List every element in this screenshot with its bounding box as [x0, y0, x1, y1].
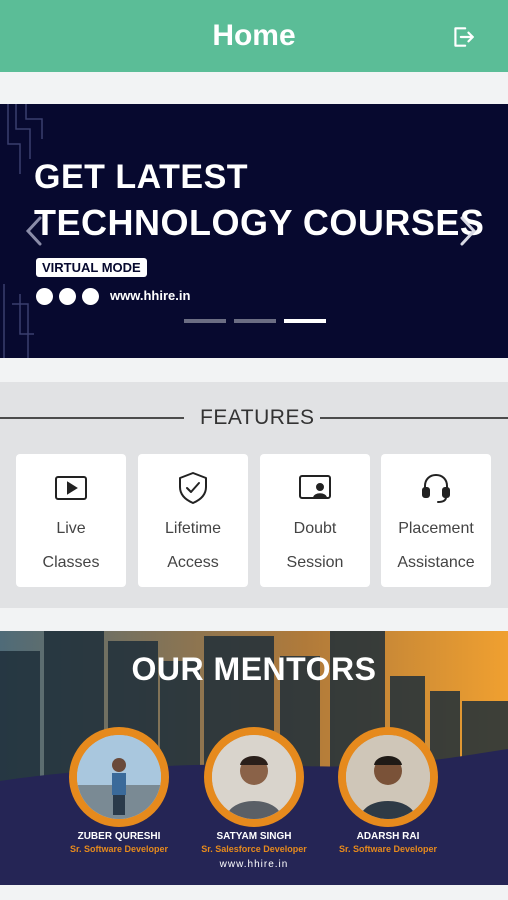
feature-label-line2: Access: [167, 554, 219, 571]
feature-label-line2: Classes: [42, 554, 100, 571]
mentor-role: Sr. Software Developer: [69, 844, 169, 854]
play-icon: [55, 476, 87, 500]
mentor-role: Sr. Salesforce Developer: [201, 844, 307, 854]
mentors-website: www.hhire.in: [219, 859, 289, 870]
avatar: [346, 735, 430, 819]
divider: [0, 417, 184, 419]
chevron-right-icon[interactable]: [456, 214, 480, 248]
banner-headline-line1: GET LATEST: [34, 158, 249, 196]
features-heading: FEATURES: [200, 406, 315, 429]
carousel-indicators: [184, 319, 326, 323]
shield-check-icon: [179, 472, 207, 504]
mentor-name: ADARSH RAI: [356, 831, 420, 842]
banner-headline-line2: TECHNOLOGY COURSES: [34, 202, 485, 243]
phone-icon: [36, 288, 53, 305]
mail-icon: [82, 288, 99, 305]
person-photo: [212, 735, 296, 819]
promo-banner-carousel[interactable]: GET LATEST TECHNOLOGY COURSES VIRTUAL MO…: [0, 104, 508, 358]
feature-card-live-classes[interactable]: Live Classes: [16, 454, 126, 587]
feature-label-line1: Lifetime: [164, 520, 222, 537]
chevron-left-icon[interactable]: [22, 214, 46, 248]
features-section: FEATURES Live Classes Lifetime Access Do…: [0, 382, 508, 608]
avatar: [77, 735, 161, 819]
avatar: [212, 735, 296, 819]
page-title: Home: [212, 19, 296, 52]
features-heading-row: FEATURES: [0, 406, 508, 429]
person-photo: [346, 735, 430, 819]
mentor-card: SATYAM SINGH Sr. Salesforce Developer: [179, 727, 329, 867]
mentor-card: ZUBER QURESHI Sr. Software Developer: [44, 727, 194, 867]
feature-card-doubt-session[interactable]: Doubt Session: [260, 454, 370, 587]
feature-card-lifetime-access[interactable]: Lifetime Access: [138, 454, 248, 587]
mentor-name: SATYAM SINGH: [216, 831, 292, 842]
feature-label-line2: Session: [286, 554, 344, 571]
logout-icon[interactable]: [450, 24, 476, 50]
headset-icon: [422, 473, 450, 503]
globe-icon: [59, 288, 76, 305]
mentor-role: Sr. Software Developer: [338, 844, 438, 854]
top-app-bar: Home: [0, 0, 508, 72]
feature-label-line1: Live: [56, 520, 86, 537]
contact-icons: [36, 288, 99, 305]
feature-label-line2: Assistance: [397, 554, 475, 571]
video-call-icon: [299, 475, 331, 499]
carousel-dot-2[interactable]: [234, 319, 276, 323]
feature-label-line1: Placement: [398, 520, 474, 537]
mentor-card: ADARSH RAI Sr. Software Developer: [313, 727, 463, 867]
home-screen: Home GET LATEST TECHNOLOGY COURSES VIRTU…: [0, 0, 508, 900]
banner-website: www.hhire.in: [110, 288, 191, 303]
mentors-banner[interactable]: OUR MENTORS ZUBER QURESHI Sr. Software D…: [0, 631, 508, 885]
carousel-dot-3[interactable]: [284, 319, 326, 323]
mentors-title: OUR MENTORS: [131, 651, 377, 687]
feature-card-placement-assistance[interactable]: Placement Assistance: [381, 454, 491, 587]
divider: [320, 417, 508, 419]
virtual-mode-badge: VIRTUAL MODE: [36, 258, 147, 277]
feature-label-line1: Doubt: [293, 520, 337, 537]
person-photo: [77, 735, 161, 819]
carousel-dot-1[interactable]: [184, 319, 226, 323]
mentor-name: ZUBER QURESHI: [77, 831, 161, 842]
